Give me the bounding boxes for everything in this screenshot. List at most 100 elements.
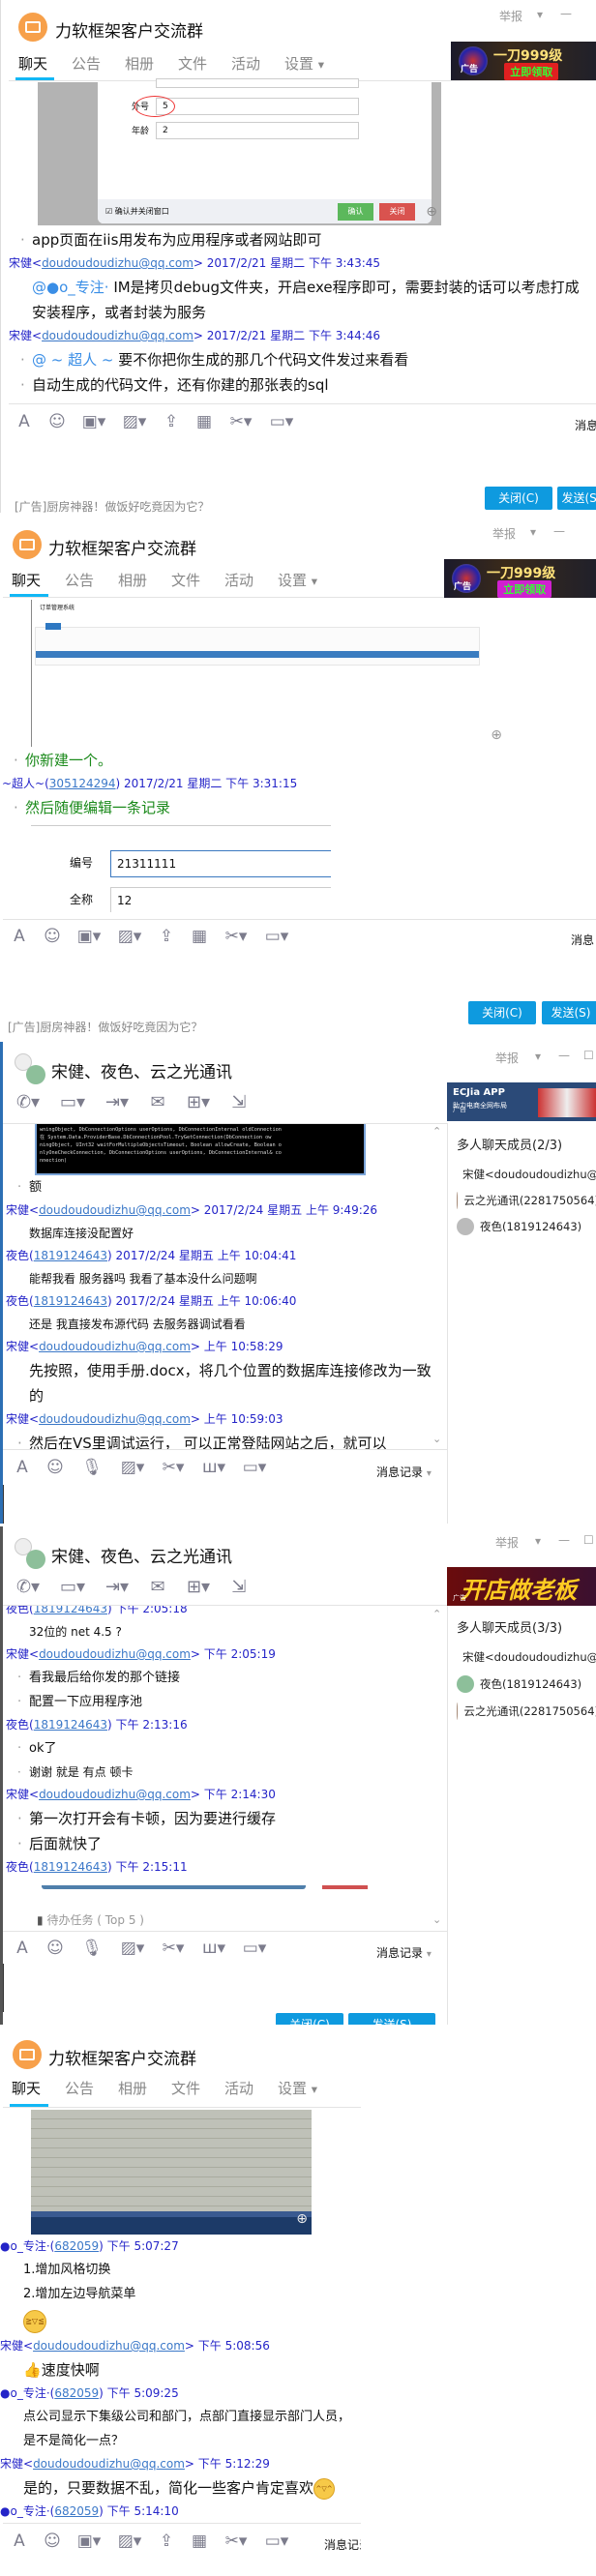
image-icon[interactable]: ▨▾ <box>119 1939 146 1958</box>
upload-icon[interactable]: ⇪ <box>157 927 176 946</box>
screen-share-icon[interactable]: ▭▾ <box>59 1577 86 1597</box>
member-item[interactable]: 宋健<doudoudoudizhu@qq.com> <box>457 1161 596 1187</box>
sender-contact-link[interactable]: doudoudoudizhu@qq.com <box>39 1412 191 1426</box>
scroll-down-icon[interactable]: ⌄ <box>432 1433 441 1445</box>
member-item[interactable]: 云之光通讯(2281750564) <box>457 1698 596 1725</box>
report-link[interactable]: 举报 <box>495 1534 519 1551</box>
chat-bubble-icon[interactable]: ▭▾ <box>263 927 290 946</box>
message-history-button[interactable]: 消息记录 ▾ <box>376 1944 432 1961</box>
upload-icon[interactable]: ⇪ <box>157 2532 176 2551</box>
member-item[interactable]: 夜色(1819124643) <box>457 1213 596 1239</box>
table-screenshot-image[interactable]: 订单管理系统 ⊕ <box>31 600 508 747</box>
report-link[interactable]: 举报 <box>492 525 516 542</box>
zoom-in-icon[interactable]: ⊕ <box>491 727 502 743</box>
font-icon[interactable]: A <box>10 2532 29 2551</box>
emoji-icon[interactable]: ☺ <box>43 2532 62 2551</box>
add-member-icon[interactable]: ⊞▾ <box>185 1092 212 1112</box>
close-button[interactable]: 关闭(C) <box>485 487 552 510</box>
font-icon[interactable]: A <box>13 1458 32 1477</box>
maximize-icon[interactable]: ☐ <box>583 1049 594 1062</box>
tab-activity[interactable]: 活动 <box>231 53 284 74</box>
chart-icon[interactable]: ш▾ <box>200 1939 227 1958</box>
mail-icon[interactable]: ✉ <box>148 1092 167 1112</box>
phone-icon[interactable]: ✆▾ <box>15 1577 42 1597</box>
tab-activity[interactable]: 活动 <box>224 2078 278 2098</box>
console-screenshot-image[interactable]: wningObject, DbConnectionOptions userOpt… <box>35 1124 366 1175</box>
message-input[interactable] <box>3 2557 361 2576</box>
send-button[interactable]: 发送(S) <box>557 487 596 510</box>
exit-icon[interactable]: ⇲ <box>229 1092 249 1112</box>
maximize-icon[interactable]: ☐ <box>583 1533 594 1547</box>
ad-banner[interactable]: 一刀999级 立即领取 广告 <box>444 559 596 598</box>
tab-announcement[interactable]: 公告 <box>65 2078 118 2098</box>
scissors-icon[interactable]: ✂▾ <box>160 1458 187 1477</box>
upload-icon[interactable]: ⇪ <box>162 412 181 431</box>
ad-banner[interactable]: 一刀999级 立即领取 广告 <box>451 42 596 80</box>
tab-announcement[interactable]: 公告 <box>65 570 118 590</box>
message-history-button[interactable]: 消息 <box>571 932 594 948</box>
sender-contact-link[interactable]: doudoudoudizhu@qq.com <box>33 2339 185 2353</box>
footer-ad-link[interactable]: [广告]厨房神器！做饭好吃竟因为它？ <box>8 1019 202 1035</box>
message-input[interactable] <box>3 1485 446 1524</box>
scissors-icon[interactable]: ✂▾ <box>227 412 254 431</box>
todo-tasks[interactable]: ▮ 待办任务 ( Top 5 ) <box>37 1911 144 1928</box>
emoji-icon[interactable]: ☺ <box>43 927 62 946</box>
send-button[interactable]: 发送(S) <box>542 1001 596 1024</box>
image-icon[interactable]: ▨▾ <box>119 1458 146 1477</box>
sender-contact-link[interactable]: 682059 <box>54 2239 99 2253</box>
scroll-down-icon[interactable]: ⌄ <box>432 1913 441 1926</box>
form-screenshot-image[interactable]: 编号 21311111 全称 12 <box>31 825 331 912</box>
tab-chat[interactable]: 聊天 <box>12 570 65 590</box>
tab-chat[interactable]: 聊天 <box>12 2078 65 2098</box>
tab-files[interactable]: 文件 <box>178 53 231 74</box>
microphone-icon[interactable]: 🎙 <box>78 1458 105 1477</box>
tab-settings[interactable]: 设置 ▾ <box>278 2078 331 2098</box>
scroll-up-icon[interactable]: ⌃ <box>432 1125 441 1138</box>
dropdown-icon[interactable]: ▾ <box>535 1534 541 1548</box>
tab-activity[interactable]: 活动 <box>224 570 278 590</box>
minimize-icon[interactable]: — <box>558 1533 570 1547</box>
dropdown-icon[interactable]: ▾ <box>535 1050 541 1063</box>
sender-contact-link[interactable]: doudoudoudizhu@qq.com <box>33 2457 185 2471</box>
emoji-icon[interactable]: ☺ <box>47 412 67 431</box>
chat-bubble-icon[interactable]: ▭▾ <box>268 412 295 431</box>
image-preview-partial[interactable] <box>42 1885 306 1889</box>
image-icon[interactable]: ▨▾ <box>116 927 143 946</box>
tab-album[interactable]: 相册 <box>118 570 171 590</box>
sender-contact-link[interactable]: 1819124643 <box>34 1860 107 1874</box>
gif-icon[interactable]: ▣▾ <box>75 927 103 946</box>
exit-icon[interactable]: ⇲ <box>229 1577 249 1597</box>
sender-contact-link[interactable]: 1819124643 <box>34 1249 107 1262</box>
send-button[interactable]: 发送(S) <box>348 2013 435 2025</box>
close-button[interactable]: 关闭(C) <box>276 2013 343 2025</box>
chat-bubble-icon[interactable]: ▭▾ <box>263 2532 290 2551</box>
chart-icon[interactable]: ш▾ <box>200 1458 227 1477</box>
gif-icon[interactable]: ▣▾ <box>75 2532 103 2551</box>
message-history-button[interactable]: 消息记录 <box>324 2536 361 2553</box>
sender-contact-link[interactable]: doudoudoudizhu@qq.com <box>39 1203 191 1217</box>
member-item[interactable]: 夜色(1819124643) <box>457 1671 596 1698</box>
minimize-icon[interactable]: — <box>553 524 565 538</box>
zoom-in-icon[interactable]: ⊕ <box>296 2211 308 2227</box>
sender-contact-link[interactable]: doudoudoudizhu@qq.com <box>42 256 194 270</box>
mention-link[interactable]: @●o_专注· <box>32 279 109 296</box>
chat-bubble-icon[interactable]: ▭▾ <box>241 1458 268 1477</box>
dropdown-icon[interactable]: ▾ <box>530 525 536 539</box>
gift-icon[interactable]: ▦ <box>190 927 209 946</box>
sender-contact-link[interactable]: doudoudoudizhu@qq.com <box>39 1788 191 1801</box>
tab-files[interactable]: 文件 <box>171 570 224 590</box>
message-input[interactable] <box>3 1964 446 2012</box>
ad-banner[interactable]: ECJia APP 助力电商全网布局 广告 <box>447 1082 596 1121</box>
gift-icon[interactable]: ▦ <box>190 2532 209 2551</box>
sender-contact-link[interactable]: 682059 <box>54 2386 99 2400</box>
tab-chat[interactable]: 聊天 <box>18 53 72 74</box>
report-link[interactable]: 举报 <box>495 1050 519 1066</box>
close-button[interactable]: 关闭(C) <box>468 1001 536 1024</box>
minimize-icon[interactable]: — <box>560 7 572 20</box>
tab-settings[interactable]: 设置 ▾ <box>284 53 338 74</box>
image-preview-partial[interactable] <box>322 1885 368 1889</box>
scissors-icon[interactable]: ✂▾ <box>223 927 250 946</box>
tab-album[interactable]: 相册 <box>118 2078 171 2098</box>
sender-contact-link[interactable]: doudoudoudizhu@qq.com <box>42 329 194 342</box>
sender-contact-link[interactable]: doudoudoudizhu@qq.com <box>39 1647 191 1661</box>
